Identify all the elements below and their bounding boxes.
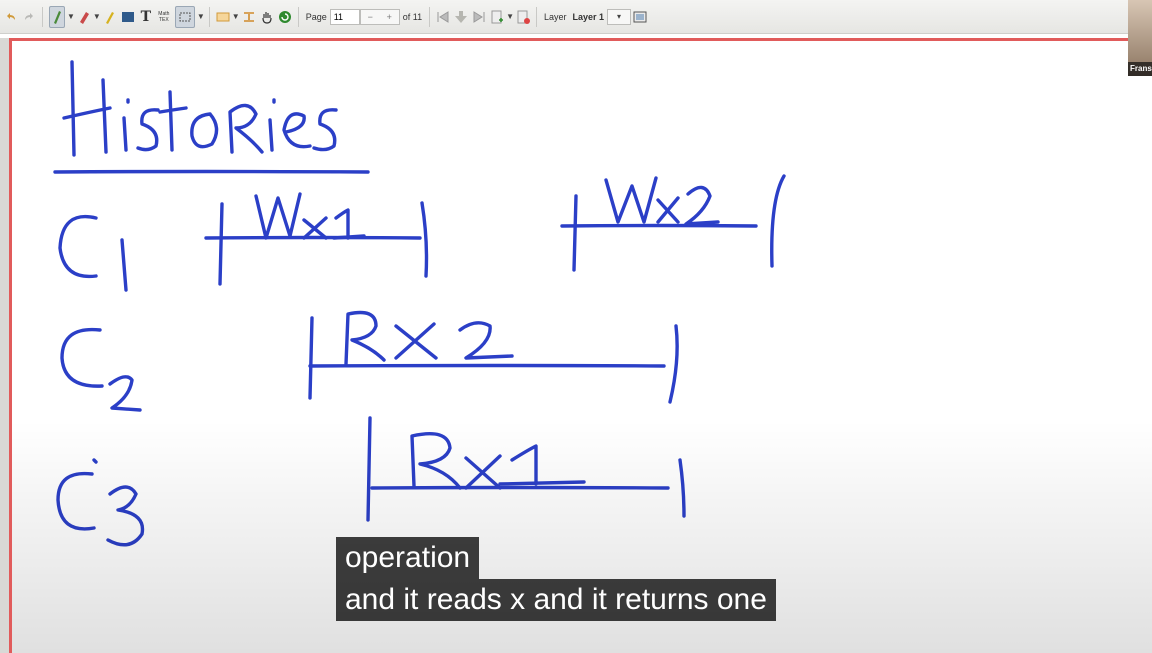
- client-c2-ink: [60, 310, 679, 412]
- client-c3-ink: [56, 416, 686, 547]
- webcam-name-label: Frans: [1128, 62, 1152, 76]
- caption-overlay: operation and it reads x and it returns …: [336, 537, 776, 621]
- caption-line: and it reads x and it returns one: [336, 579, 776, 621]
- caption-line: operation: [336, 537, 480, 579]
- heading-histories-ink: [53, 60, 370, 174]
- webcam-thumbnail: Frans: [1128, 0, 1152, 76]
- client-c1-ink: [58, 174, 786, 292]
